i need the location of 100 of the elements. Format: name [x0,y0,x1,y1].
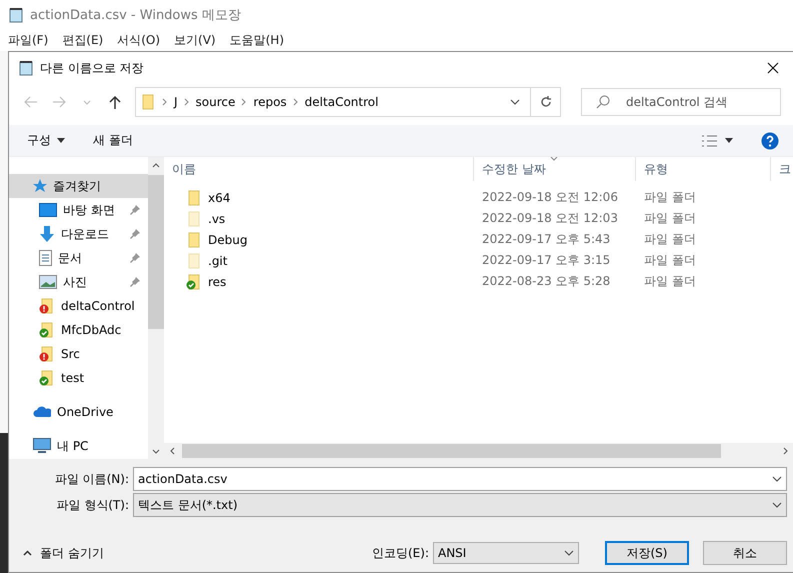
up-arrow-icon [109,95,121,109]
vertical-scrollbar[interactable] [148,157,164,459]
menu-item[interactable]: 편집(E) [62,32,104,49]
view-options-button[interactable] [701,134,733,146]
caret-icon [725,138,733,143]
download-arrow-icon [39,226,55,242]
folder-check-icon [39,370,55,386]
sidebar-item[interactable]: 즐겨찾기 [9,174,148,198]
file-type: 파일 폴더 [644,273,696,290]
sidebar-item[interactable]: deltaControl [9,294,148,318]
folder-error-icon [39,298,55,314]
notepad-icon [18,60,34,76]
caret-icon [57,138,65,143]
file-row[interactable]: x64 2022-09-18 오전 12:06 파일 폴더 [164,187,793,208]
file-type-label: 파일 형식(T): [55,496,130,514]
menu-item[interactable]: 보기(V) [174,32,216,49]
column-header[interactable]: 유형 [636,157,771,181]
file-row[interactable]: Debug 2022-09-17 오후 5:43 파일 폴더 [164,229,793,250]
column-header[interactable]: 수정한 날짜 [474,157,636,181]
chevron-icon [292,98,299,106]
notepad-icon [8,7,24,23]
sidebar-item[interactable]: OneDrive [9,400,148,424]
file-type: 파일 폴더 [644,252,696,269]
column-header[interactable]: 크 [771,157,793,181]
search-icon [596,95,610,109]
menu-item[interactable]: 서식(O) [117,32,160,49]
close-icon [767,62,779,74]
address-dropdown-icon [510,99,520,105]
chevron-icon [162,98,168,106]
file-type: 파일 폴더 [644,231,696,248]
right-arrow-icon [52,96,66,108]
window-title: actionData.csv - Windows 메모장 [30,7,241,24]
up-chevron-icon [152,162,160,168]
file-row[interactable]: res 2022-08-23 오후 5:28 파일 폴더 [164,271,793,292]
sidebar-item[interactable]: Src [9,342,148,366]
file-date: 2022-08-23 오후 5:28 [482,273,610,290]
breadcrumb[interactable]: J [174,95,178,109]
new-folder-button[interactable]: 새 폴더 [93,132,133,149]
file-name-input[interactable]: actionData.csv [138,472,772,486]
details-view-icon [701,134,719,146]
encoding-label: 인코딩(E): [372,544,429,562]
breadcrumb[interactable]: source [196,95,236,109]
picture-icon [39,275,57,289]
folder-icon [186,252,202,268]
pin-icon [130,229,140,239]
folder-icon [186,190,202,206]
menu-item[interactable]: 파일(F) [8,32,48,49]
column-header[interactable]: 이름 [164,157,474,181]
breadcrumb[interactable]: deltaControl [304,95,378,109]
folder-icon [186,210,202,226]
file-name: .vs [208,212,226,226]
up-chevron-icon [23,550,32,556]
address-bar[interactable]: J source repos deltaControl [135,87,561,117]
sidebar-item[interactable]: 바탕 화면 [9,198,148,222]
file-date: 2022-09-18 오전 12:06 [482,189,618,206]
file-name-combo[interactable]: actionData.csv [133,467,787,491]
folder-icon [186,232,202,248]
organize-button[interactable]: 구성 [27,132,65,149]
caret-icon [83,100,91,104]
cloud-icon [33,406,51,418]
sidebar-item[interactable]: 다운로드 [9,222,148,246]
help-icon [761,132,779,150]
right-chevron-icon [782,447,788,455]
pin-icon [130,277,140,287]
document-icon [39,250,52,266]
folder-check-icon [186,274,202,290]
down-chevron-icon [152,448,160,454]
sidebar-item[interactable]: 문서 [9,246,148,270]
sort-caret-icon [550,157,558,161]
pin-icon [130,253,140,263]
file-date: 2022-09-17 오후 3:15 [482,252,610,269]
file-name: res [208,274,226,288]
chevron-icon [241,98,248,106]
sidebar-item[interactable]: 사진 [9,270,148,294]
left-chevron-icon [170,447,174,455]
cancel-button[interactable]: 취소 [703,541,787,565]
chevron-icon [184,98,190,106]
sidebar-item[interactable]: test [9,366,148,390]
search-bar[interactable]: deltaControl 검색 [581,88,781,116]
help-button[interactable] [761,132,779,150]
breadcrumb[interactable]: repos [253,95,287,109]
sidebar-item[interactable]: 내 PC [9,434,148,458]
refresh-icon [540,96,552,108]
encoding-dropdown[interactable]: ANSI [433,542,579,564]
sidebar-item[interactable]: MfcDbAdc [9,318,148,342]
star-icon [33,179,47,193]
hide-folders-button[interactable]: 폴더 숨기기 [23,544,104,562]
folder-check-icon [39,322,55,338]
computer-icon [33,438,51,454]
file-row[interactable]: .vs 2022-09-18 오전 12:03 파일 폴더 [164,208,793,229]
file-date: 2022-09-18 오전 12:03 [482,210,618,227]
file-row[interactable]: .git 2022-09-17 오후 3:15 파일 폴더 [164,250,793,271]
file-type-dropdown[interactable]: 텍스트 문서(*.txt) [133,493,787,517]
menu-item[interactable]: 도움말(H) [230,32,284,49]
file-type: 파일 폴더 [644,210,696,227]
file-name: x64 [208,190,230,204]
file-name: Debug [208,232,248,246]
save-button[interactable]: 저장(S) [605,541,689,565]
dialog-title: 다른 이름으로 저장 [40,60,145,76]
horizontal-scrollbar[interactable] [164,443,793,459]
